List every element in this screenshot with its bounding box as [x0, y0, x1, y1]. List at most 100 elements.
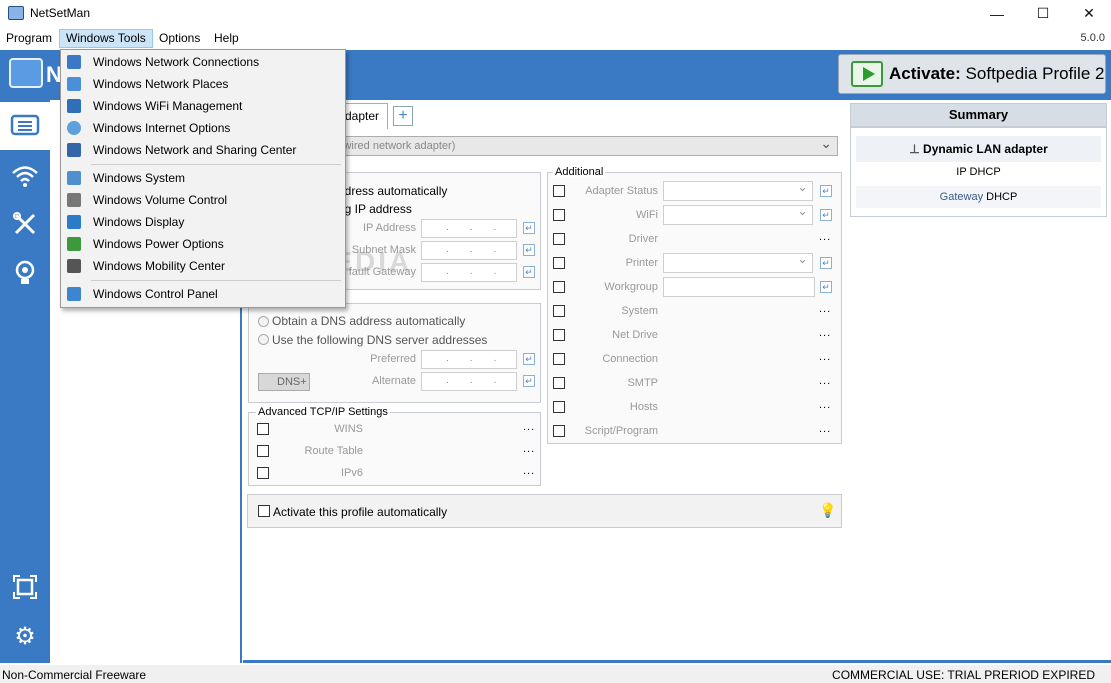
- menu-item-power-options[interactable]: Windows Power Options: [61, 233, 345, 255]
- menu-program[interactable]: Program: [0, 29, 58, 48]
- adapter-status-dropdown[interactable]: [663, 179, 813, 201]
- net-drive-checkbox[interactable]: [553, 329, 565, 341]
- printer-checkbox[interactable]: [553, 257, 565, 269]
- sidebar: ⚙: [0, 100, 50, 663]
- workgroup-copy-icon[interactable]: ↵: [820, 281, 832, 293]
- menu-item-volume-control[interactable]: Windows Volume Control: [61, 189, 345, 211]
- hosts-checkbox[interactable]: [553, 401, 565, 413]
- smtp-checkbox[interactable]: [553, 377, 565, 389]
- menu-windows-tools[interactable]: Windows Tools: [59, 29, 153, 48]
- trial-status: COMMERCIAL USE: TRIAL PRERIOD EXPIRED: [832, 668, 1095, 682]
- activate-button[interactable]: Activate: Softpedia Profile 2: [838, 54, 1106, 94]
- volume-icon: [67, 193, 81, 207]
- driver-checkbox[interactable]: [553, 233, 565, 245]
- mobility-center-icon: [67, 259, 81, 273]
- lightbulb-nav-icon[interactable]: [0, 250, 50, 298]
- dns-plus-button[interactable]: DNS+: [258, 373, 310, 391]
- play-icon: [851, 61, 883, 87]
- dns-preferred-copy-icon[interactable]: ↵: [523, 353, 535, 365]
- script-program-label: Script/Program: [584, 425, 658, 437]
- wifi-nav-icon[interactable]: [0, 152, 50, 200]
- dns-alternate-input[interactable]: ...: [421, 372, 517, 391]
- hosts-more-button[interactable]: ...: [819, 399, 831, 411]
- menu-item-label: Windows Mobility Center: [93, 259, 226, 273]
- wifi-checkbox[interactable]: [553, 209, 565, 221]
- internet-options-icon: [67, 121, 81, 135]
- menu-item-network-connections[interactable]: Windows Network Connections: [61, 51, 345, 73]
- wins-checkbox[interactable]: [257, 423, 269, 435]
- workgroup-checkbox[interactable]: [553, 281, 565, 293]
- menu-item-label: Windows Network Connections: [93, 55, 260, 69]
- app-icon: [8, 6, 24, 20]
- printer-copy-icon[interactable]: ↵: [820, 257, 832, 269]
- control-panel-icon: [67, 287, 81, 301]
- menu-item-mobility-center[interactable]: Windows Mobility Center: [61, 255, 345, 277]
- wifi-copy-icon[interactable]: ↵: [820, 209, 832, 221]
- net-drive-more-button[interactable]: ...: [819, 327, 831, 339]
- menu-item-label: Windows WiFi Management: [93, 99, 243, 113]
- menu-item-network-places[interactable]: Windows Network Places: [61, 73, 345, 95]
- net-drive-label: Net Drive: [612, 329, 658, 341]
- gateway-input[interactable]: ...: [421, 263, 517, 282]
- subnet-mask-input[interactable]: ...: [421, 241, 517, 260]
- route-table-more-button[interactable]: ...: [523, 443, 535, 455]
- menu-item-sharing-center[interactable]: Windows Network and Sharing Center: [61, 139, 345, 161]
- dns-manual-option[interactable]: Use the following DNS server addresses: [272, 333, 487, 347]
- maximize-icon[interactable]: ☐: [1020, 0, 1066, 27]
- ip-manual-option[interactable]: ng IP address: [338, 202, 412, 216]
- system-more-button[interactable]: ...: [819, 303, 831, 315]
- dns-manual-radio[interactable]: [258, 334, 269, 345]
- dns-alternate-copy-icon[interactable]: ↵: [523, 375, 535, 387]
- menu-item-system[interactable]: Windows System: [61, 167, 345, 189]
- additional-title: Additional: [553, 166, 606, 178]
- script-program-more-button[interactable]: ...: [819, 423, 831, 435]
- auto-activate-label[interactable]: Activate this profile automatically: [273, 505, 447, 519]
- menu-item-wifi-management[interactable]: Windows WiFi Management: [61, 95, 345, 117]
- netsetman-logo-icon: [9, 58, 43, 88]
- menu-item-label: Windows Display: [93, 215, 185, 229]
- menu-separator: [91, 280, 341, 281]
- ip-auto-option[interactable]: ddress automatically: [338, 184, 447, 198]
- minimize-icon[interactable]: —: [974, 0, 1020, 27]
- menu-options[interactable]: Options: [153, 29, 206, 48]
- subnet-copy-icon[interactable]: ↵: [523, 244, 535, 256]
- printer-dropdown[interactable]: [663, 251, 813, 273]
- adapter-status-copy-icon[interactable]: ↵: [820, 185, 832, 197]
- workgroup-input[interactable]: [663, 277, 815, 297]
- lightbulb-icon[interactable]: 💡: [819, 502, 836, 519]
- gateway-copy-icon[interactable]: ↵: [523, 266, 535, 278]
- connection-more-button[interactable]: ...: [819, 351, 831, 363]
- connection-checkbox[interactable]: [553, 353, 565, 365]
- dns-auto-option[interactable]: Obtain a DNS address automatically: [272, 314, 465, 328]
- driver-more-button[interactable]: ...: [819, 231, 831, 243]
- auto-activate-checkbox[interactable]: [258, 505, 270, 517]
- dns-preferred-label: Preferred: [370, 353, 416, 365]
- add-tab-button[interactable]: +: [393, 106, 413, 126]
- ip-copy-icon[interactable]: ↵: [523, 222, 535, 234]
- profiles-nav-icon[interactable]: [0, 102, 50, 150]
- tools-nav-icon[interactable]: [0, 200, 50, 248]
- adapter-status-checkbox[interactable]: [553, 185, 565, 197]
- fullscreen-icon[interactable]: [0, 563, 50, 611]
- system-icon: [67, 171, 81, 185]
- ipv6-more-button[interactable]: ...: [523, 465, 535, 477]
- dns-preferred-input[interactable]: ...: [421, 350, 517, 369]
- wins-more-button[interactable]: ...: [523, 421, 535, 433]
- wifi-dropdown[interactable]: [663, 203, 813, 225]
- dns-auto-radio[interactable]: [258, 316, 269, 327]
- ip-address-input[interactable]: ...: [421, 219, 517, 238]
- system-checkbox[interactable]: [553, 305, 565, 317]
- menu-item-internet-options[interactable]: Windows Internet Options: [61, 117, 345, 139]
- menu-item-control-panel[interactable]: Windows Control Panel: [61, 283, 345, 305]
- menu-help[interactable]: Help: [208, 29, 245, 48]
- smtp-more-button[interactable]: ...: [819, 375, 831, 387]
- system-label: System: [621, 305, 658, 317]
- route-table-checkbox[interactable]: [257, 445, 269, 457]
- ipv6-checkbox[interactable]: [257, 467, 269, 479]
- menu-item-display[interactable]: Windows Display: [61, 211, 345, 233]
- close-icon[interactable]: ✕: [1066, 0, 1111, 27]
- menu-item-label: Windows Power Options: [93, 237, 224, 251]
- script-program-checkbox[interactable]: [553, 425, 565, 437]
- gear-icon[interactable]: ⚙: [0, 612, 50, 660]
- advanced-title: Advanced TCP/IP Settings: [256, 406, 390, 418]
